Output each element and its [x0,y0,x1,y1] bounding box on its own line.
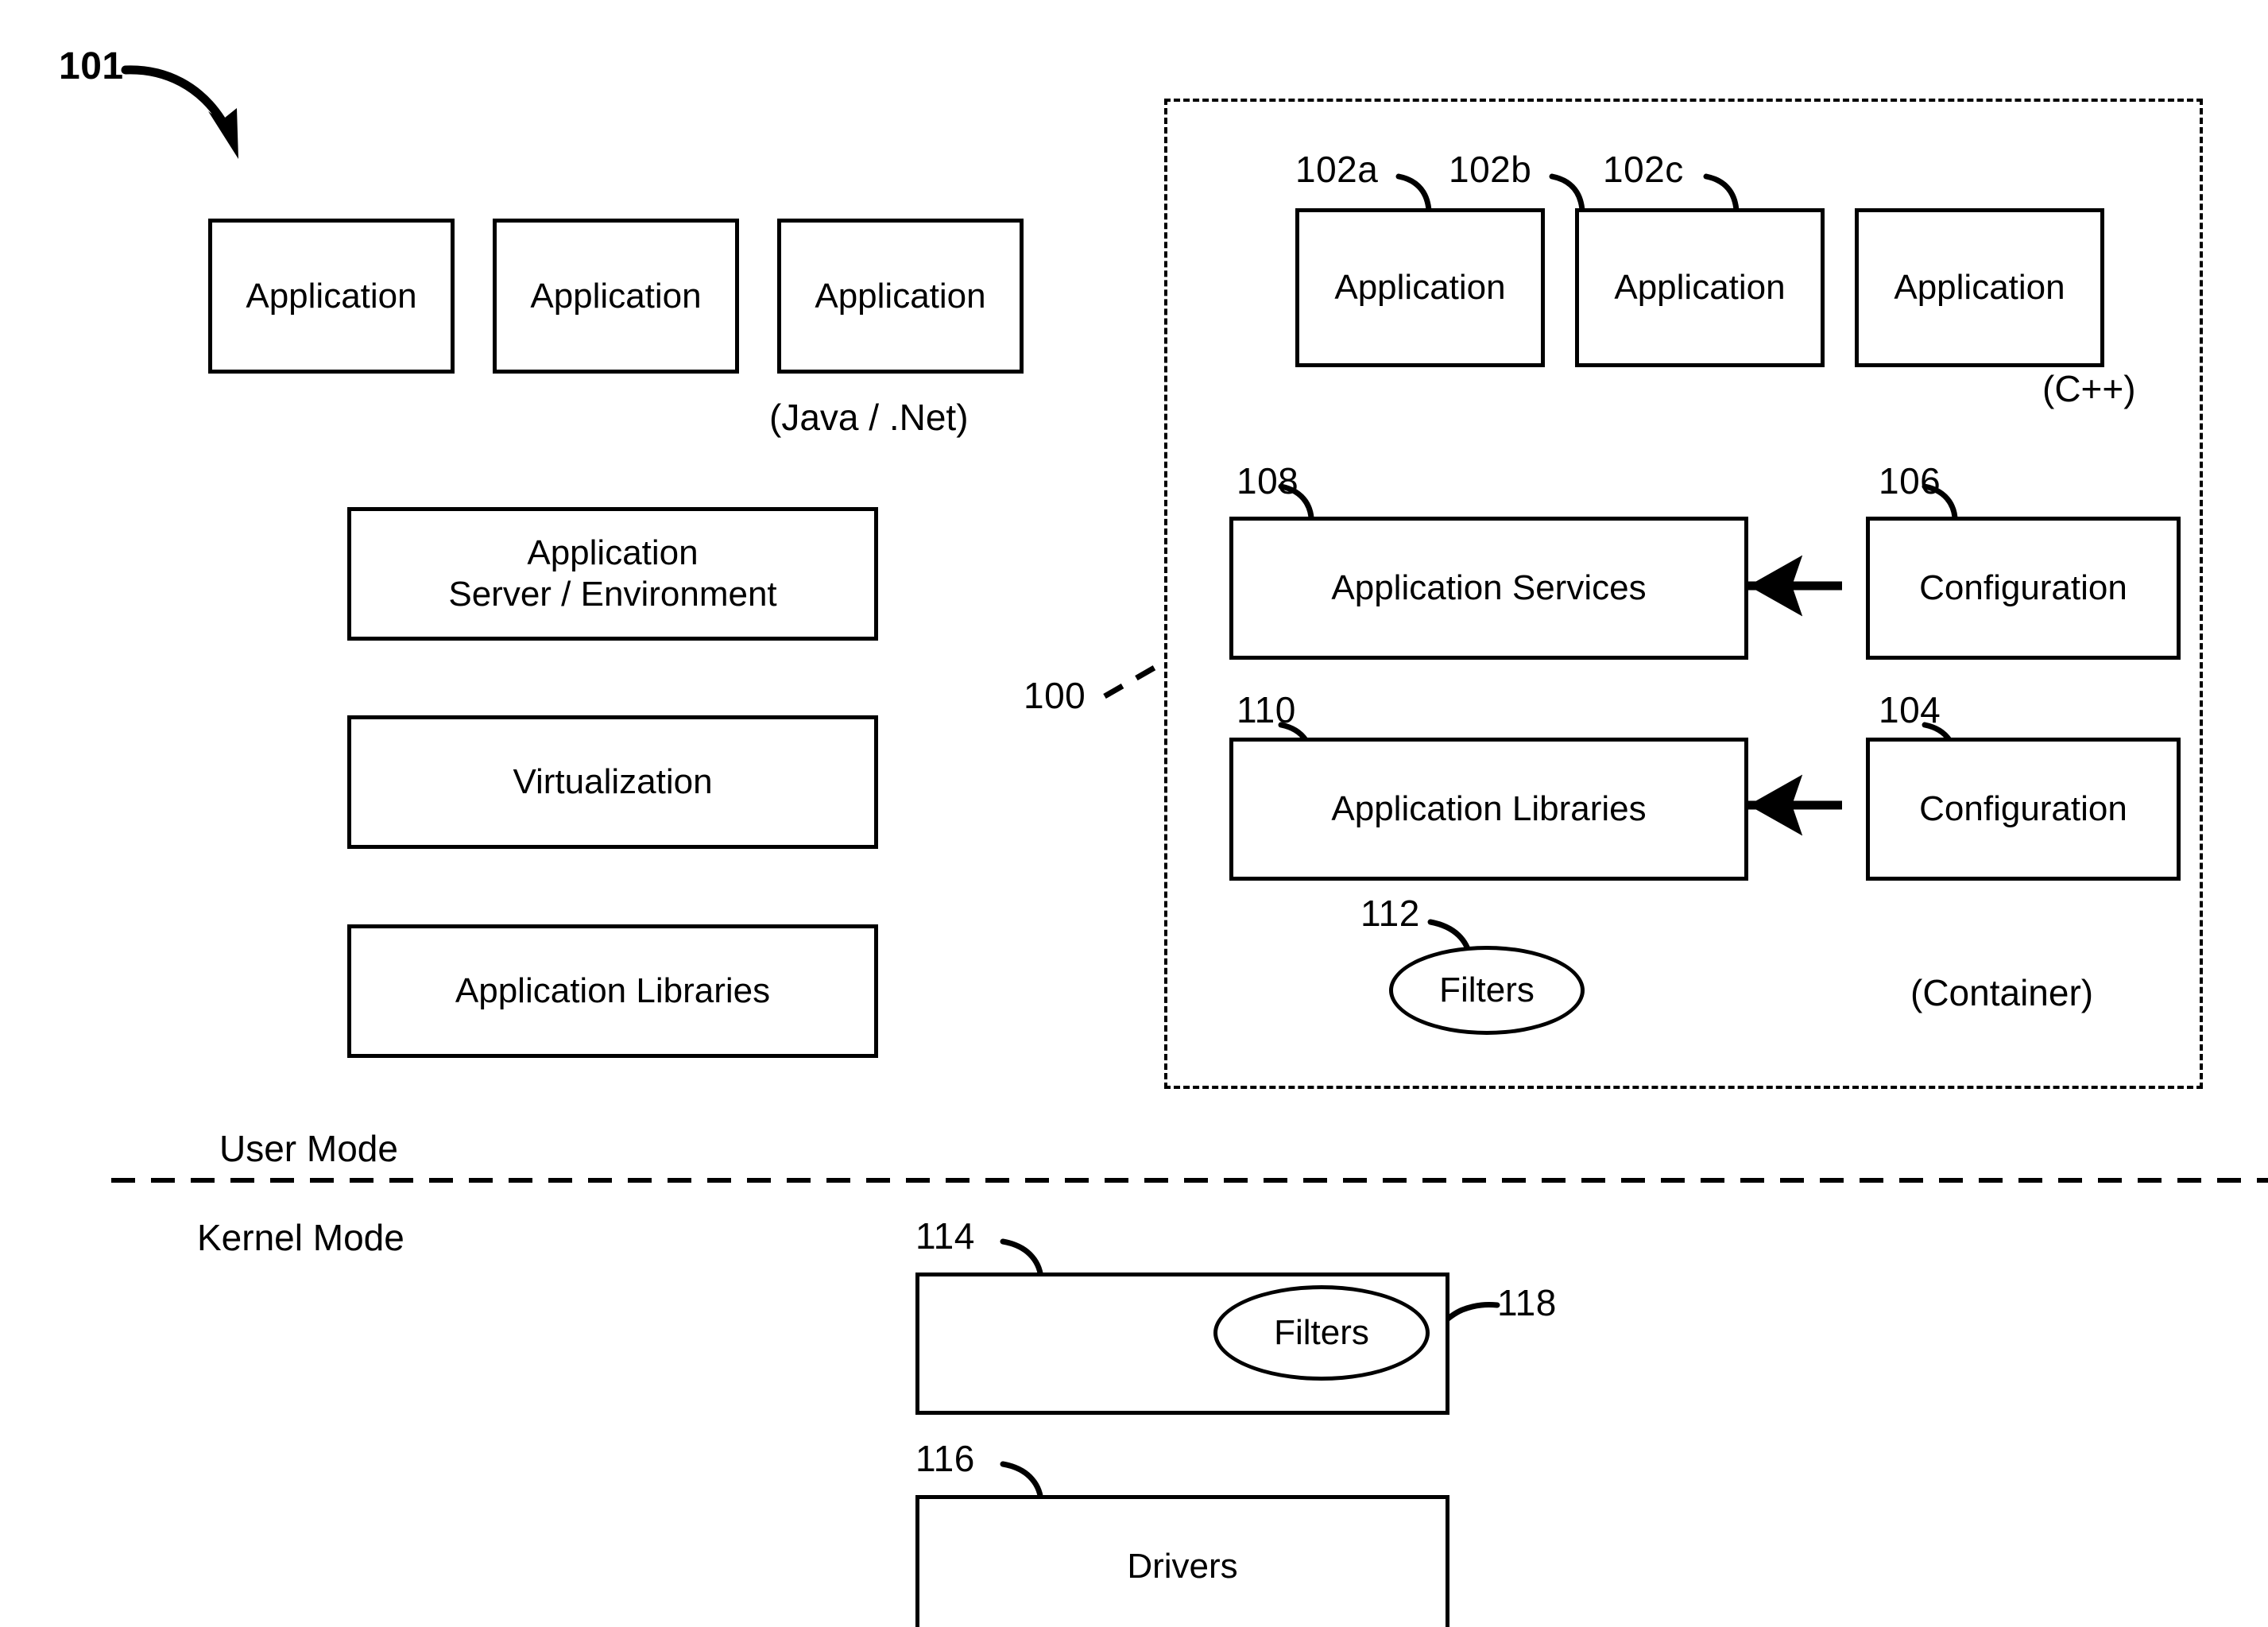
ref-101-leader [121,65,238,159]
ref-100: 100 [1024,675,1086,716]
configuration-services-label: Configuration [1919,568,2127,608]
ref-114: 114 [915,1215,975,1257]
drivers-label: Drivers [1127,1546,1238,1586]
legacy-app-label-3: Application [815,276,986,316]
kernel-filters-label: Filters [1274,1313,1369,1352]
ref-110: 110 [1237,689,1296,730]
container-app-label-102a: Application [1334,268,1506,308]
ref-108: 108 [1237,460,1299,502]
patent-figure: 101 Application Application Application … [0,0,2268,1627]
app-server-environment-label: Application Server / Environment [448,533,777,614]
ref-118: 118 [1497,1282,1557,1323]
legacy-app-box-3: Application [777,219,1024,374]
configuration-libraries-label: Configuration [1919,789,2127,829]
container-app-label-102c: Application [1894,268,2065,308]
ref-102c: 102c [1603,149,1684,190]
virtualization-box: Virtualization [347,715,878,849]
ref-102a: 102a [1295,149,1379,190]
container-language-caption: (C++) [2042,368,2136,409]
ref-104: 104 [1879,689,1941,730]
legacy-apps-caption: (Java / .Net) [769,397,969,438]
virtualization-label: Virtualization [513,762,713,802]
ref-106: 106 [1879,460,1941,502]
legacy-application-libraries-label: Application Libraries [455,971,771,1011]
legacy-application-libraries-box: Application Libraries [347,924,878,1058]
container-app-box-102b: Application [1575,208,1825,367]
container-application-libraries-label: Application Libraries [1331,789,1647,829]
container-app-box-102a: Application [1295,208,1545,367]
ref-100-leader [1103,659,1166,699]
legacy-app-box-2: Application [493,219,739,374]
configuration-services-box: Configuration [1866,517,2181,660]
application-services-box: Application Services [1229,517,1748,660]
container-kind-caption: (Container) [1910,972,2094,1013]
kernel-filters-ellipse: Filters [1213,1285,1430,1381]
ref-101: 101 [59,45,124,87]
container-app-label-102b: Application [1614,268,1786,308]
user-mode-label: User Mode [219,1128,398,1169]
container-app-box-102c: Application [1855,208,2104,367]
container-filters-ellipse: Filters [1389,946,1585,1035]
ref-116: 116 [915,1438,975,1479]
kernel-mode-label: Kernel Mode [197,1217,404,1258]
legacy-app-box-1: Application [208,219,455,374]
drivers-box: Drivers [915,1495,1449,1627]
legacy-app-label-2: Application [530,276,702,316]
legacy-app-label-1: Application [246,276,417,316]
app-server-environment-box: Application Server / Environment [347,507,878,641]
container-application-libraries-box: Application Libraries [1229,738,1748,881]
container-filters-label: Filters [1439,970,1535,1009]
application-services-label: Application Services [1331,568,1647,608]
ref-102b: 102b [1449,149,1532,190]
configuration-libraries-box: Configuration [1866,738,2181,881]
ref-112: 112 [1360,893,1420,934]
